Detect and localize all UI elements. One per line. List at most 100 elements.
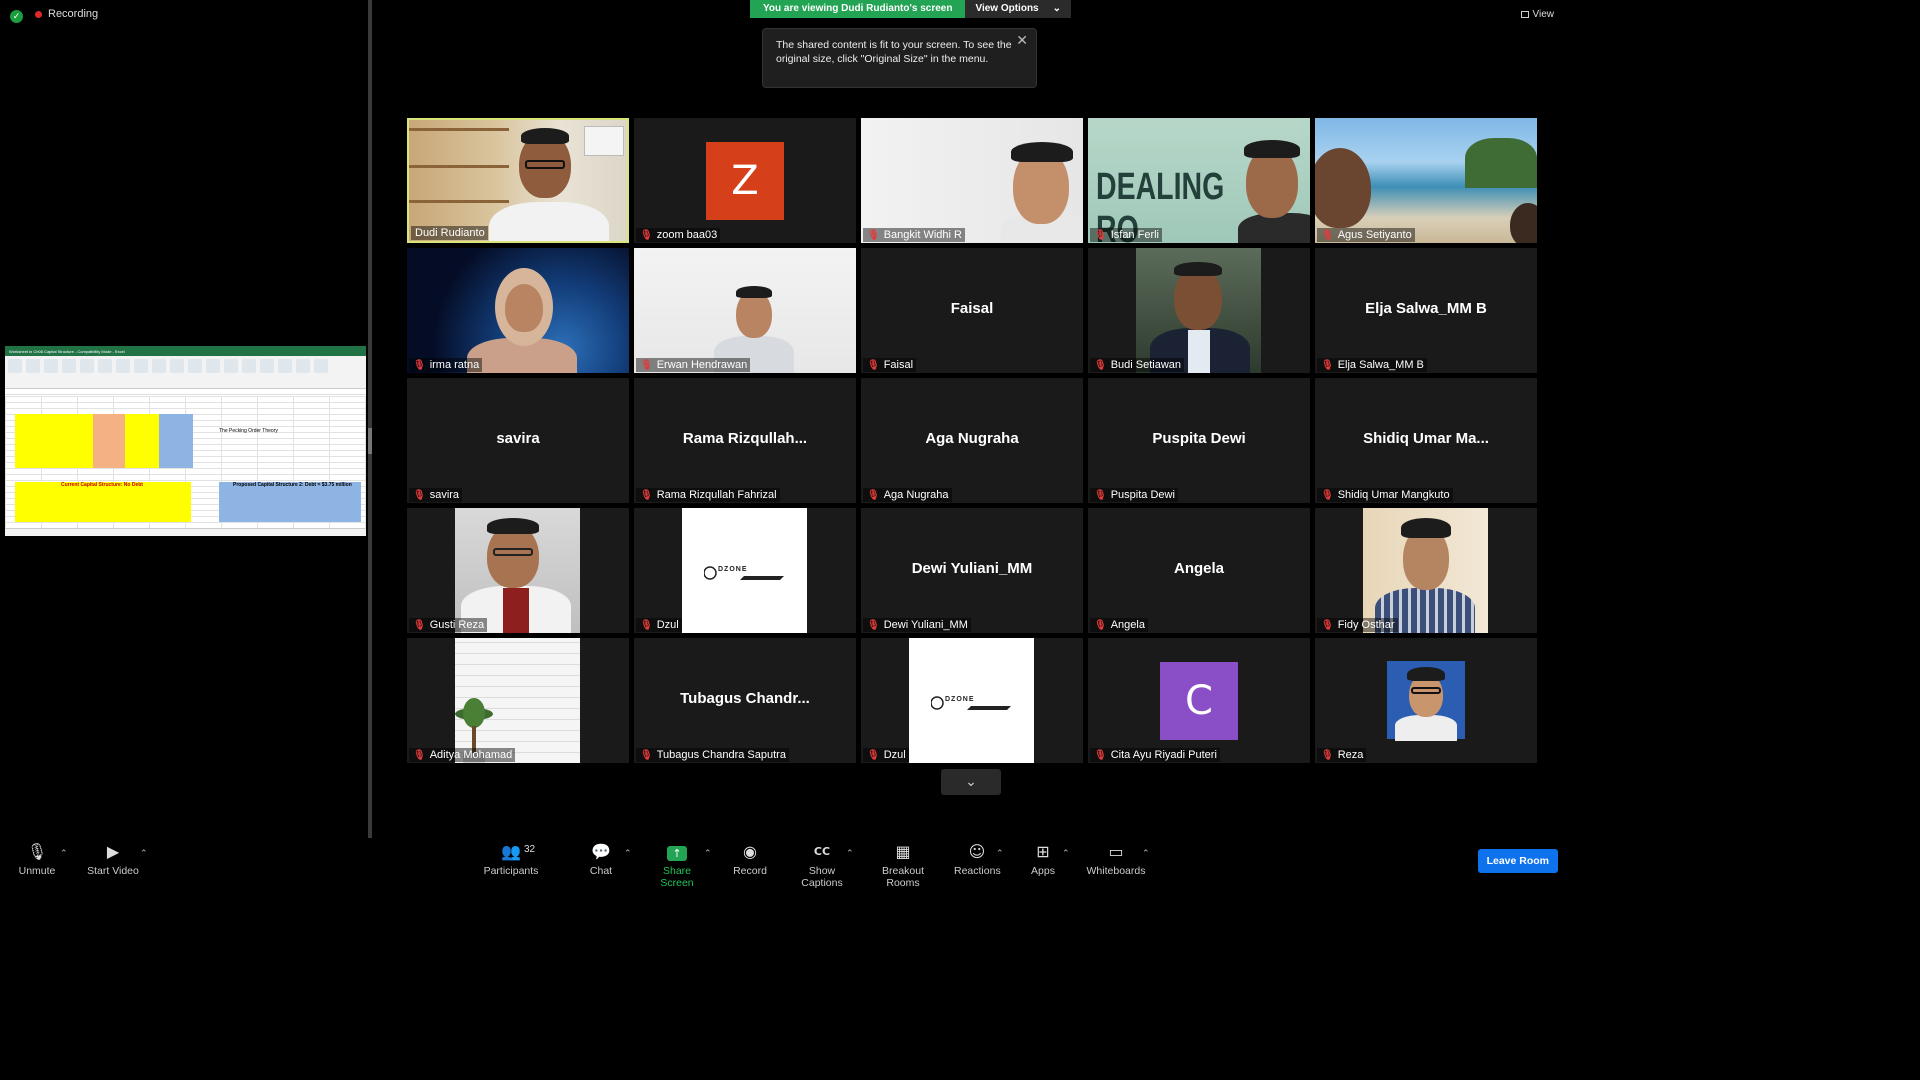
mic-muted-icon: 🎙	[1094, 749, 1107, 761]
participant-tile[interactable]: Z 🎙 zoom baa03	[634, 118, 856, 243]
share-options-caret[interactable]: ⌃	[704, 848, 712, 859]
panel-splitter[interactable]	[368, 0, 372, 838]
participant-tile[interactable]: savira 🎙 savira	[407, 378, 629, 503]
chat-options-caret[interactable]: ⌃	[624, 848, 632, 859]
mic-muted-icon: 🎙	[640, 229, 653, 241]
reactions-options-caret[interactable]: ⌃	[996, 848, 1004, 859]
shared-screen-view[interactable]: Worksheet in Ch06 Capital Structure - Co…	[5, 346, 366, 536]
participant-name: Budi Setiawan	[1110, 359, 1182, 371]
participant-tile[interactable]: DZONE 🎙 Dzul	[861, 638, 1083, 763]
participant-name-tag: 🎙 irma ratna	[409, 358, 483, 372]
unmute-button[interactable]: 🎙 Unmute	[14, 843, 60, 878]
apps-options-caret[interactable]: ⌃	[1062, 848, 1070, 859]
participant-tile[interactable]: 🎙 Agus Setiyanto	[1315, 118, 1537, 243]
whiteboards-label: Whiteboards	[1086, 865, 1146, 877]
participant-tile[interactable]: C 🎙 Cita Ayu Riyadi Puteri	[1088, 638, 1310, 763]
whiteboards-options-caret[interactable]: ⌃	[1142, 848, 1150, 859]
view-button[interactable]: View	[1520, 9, 1555, 20]
captions-options-caret[interactable]: ⌃	[846, 848, 854, 859]
mic-muted-icon: 🎙	[1094, 359, 1107, 371]
participant-display-name: savira	[496, 430, 540, 447]
participant-tile[interactable]: DEALING RO 🎙 Isfan Ferli	[1088, 118, 1310, 243]
recording-indicator[interactable]: Recording	[35, 8, 98, 20]
participant-name: irma ratna	[429, 359, 480, 371]
view-button-label: View	[1532, 9, 1555, 20]
participant-tile[interactable]: Shidiq Umar Ma... 🎙 Shidiq Umar Mangkuto	[1315, 378, 1537, 503]
mic-muted-icon: 🎙	[1321, 749, 1334, 761]
start-video-button[interactable]: ▶ Start Video	[86, 842, 140, 878]
participant-name-tag: 🎙 Aditya Mohamad	[409, 748, 516, 762]
participant-display-name: Shidiq Umar Ma...	[1363, 430, 1489, 447]
apps-button[interactable]: ⊞ Apps	[1028, 843, 1058, 878]
video-off-icon: ▶	[106, 842, 120, 861]
participant-name-tag: 🎙 Bangkit Widhi R	[863, 228, 965, 242]
security-shield-icon[interactable]: ✓	[10, 10, 23, 23]
participant-name: Angela	[1110, 619, 1145, 631]
participant-name: Dudi Rudianto	[415, 227, 485, 239]
participant-tile[interactable]: Aga Nugraha 🎙 Aga Nugraha	[861, 378, 1083, 503]
participant-tile[interactable]: 🎙 Budi Setiawan	[1088, 248, 1310, 373]
view-options-button[interactable]: View Options ⌄	[965, 0, 1072, 18]
mic-muted-icon: 🎙	[1094, 619, 1107, 631]
participant-name: Aditya Mohamad	[429, 749, 513, 761]
participant-name-tag: 🎙 Agus Setiyanto	[1317, 228, 1415, 242]
chat-button[interactable]: 💬 Chat	[586, 843, 616, 878]
reactions-button[interactable]: ☺ Reactions	[954, 843, 1001, 878]
mic-muted-icon: 🎙	[1094, 489, 1107, 501]
participant-name: Aga Nugraha	[883, 489, 949, 501]
mic-muted-icon: 🎙	[413, 489, 426, 501]
participant-tile[interactable]: 🎙 Fidy Osthar	[1315, 508, 1537, 633]
participant-tile[interactable]: 🎙 Aditya Mohamad	[407, 638, 629, 763]
participant-name-tag: 🎙 Fidy Osthar	[1317, 618, 1398, 632]
participant-name: Puspita Dewi	[1110, 489, 1175, 501]
splitter-handle[interactable]	[368, 428, 372, 454]
viewing-screen-label: You are viewing Dudi Rudianto's screen	[750, 0, 966, 18]
mic-muted-icon: 🎙	[1094, 229, 1107, 241]
participant-tile[interactable]: Rama Rizqullah... 🎙 Rama Rizqullah Fahriza…	[634, 378, 856, 503]
participant-name: savira	[429, 489, 460, 501]
excel-formula-bar	[5, 389, 366, 395]
close-icon[interactable]: ✕	[1016, 33, 1028, 47]
participant-tile[interactable]: 🎙 Bangkit Widhi R	[861, 118, 1083, 243]
participant-tile[interactable]: Dudi Rudianto	[407, 118, 629, 243]
share-screen-button[interactable]: ↑ Share Screen	[646, 843, 708, 889]
participant-name: Dzul	[656, 619, 679, 631]
participant-tile[interactable]: Faisal 🎙 Faisal	[861, 248, 1083, 373]
participant-logo-image: DZONE	[682, 508, 807, 633]
participant-name-tag: 🎙 Faisal	[863, 358, 917, 372]
participant-tile[interactable]: Elja Salwa_MM B 🎙 Elja Salwa_MM B	[1315, 248, 1537, 373]
participant-name: Reza	[1337, 749, 1364, 761]
leave-room-button[interactable]: Leave Room	[1477, 849, 1558, 873]
participant-tile[interactable]: Angela 🎙 Angela	[1088, 508, 1310, 633]
participant-name-tag: 🎙 Cita Ayu Riyadi Puteri	[1090, 748, 1220, 762]
whiteboards-button[interactable]: ▭ Whiteboards	[1086, 843, 1146, 878]
participant-name: Tubagus Chandra Saputra	[656, 749, 786, 761]
record-label: Record	[733, 865, 767, 877]
participant-tile[interactable]: 🎙 Reza	[1315, 638, 1537, 763]
participant-tile[interactable]: Tubagus Chandr... 🎙 Tubagus Chandra Saputr…	[634, 638, 856, 763]
breakout-rooms-button[interactable]: ▦ Breakout Rooms	[866, 843, 940, 890]
mic-muted-icon: 🎙	[1321, 489, 1334, 501]
participant-tile[interactable]: DZONE 🎙 Dzul	[634, 508, 856, 633]
participant-name-tag: 🎙 Dzul	[636, 618, 682, 632]
participant-display-name: Angela	[1173, 560, 1224, 577]
mic-muted-icon: 🎙	[413, 749, 426, 761]
mic-muted-icon: 🎙	[1321, 229, 1334, 241]
mic-muted-icon: 🎙	[413, 619, 426, 631]
participant-tile[interactable]: 🎙 irma ratna	[407, 248, 629, 373]
participant-tile[interactable]: Puspita Dewi 🎙 Puspita Dewi	[1088, 378, 1310, 503]
breakout-rooms-label: Breakout Rooms	[881, 865, 925, 889]
participant-name-tag: 🎙 Puspita Dewi	[1090, 488, 1178, 502]
participant-name-tag: 🎙 Aga Nugraha	[863, 488, 952, 502]
participant-tile[interactable]: 🎙 Erwan Hendrawan	[634, 248, 856, 373]
gallery-next-page-button[interactable]: ⌄	[941, 769, 1001, 795]
participant-name: Elja Salwa_MM B	[1337, 359, 1424, 371]
participant-tile[interactable]: 🎙 Gusti Reza	[407, 508, 629, 633]
mic-muted-icon: 🎙	[867, 749, 880, 761]
show-captions-label: Show Captions	[801, 865, 843, 889]
participant-tile[interactable]: Dewi Yuliani_MM 🎙 Dewi Yuliani_MM	[861, 508, 1083, 633]
record-button[interactable]: ◉ Record	[732, 843, 768, 878]
audio-options-caret[interactable]: ⌃	[60, 848, 68, 859]
video-options-caret[interactable]: ⌃	[140, 848, 148, 859]
start-video-label: Start Video	[87, 865, 139, 877]
